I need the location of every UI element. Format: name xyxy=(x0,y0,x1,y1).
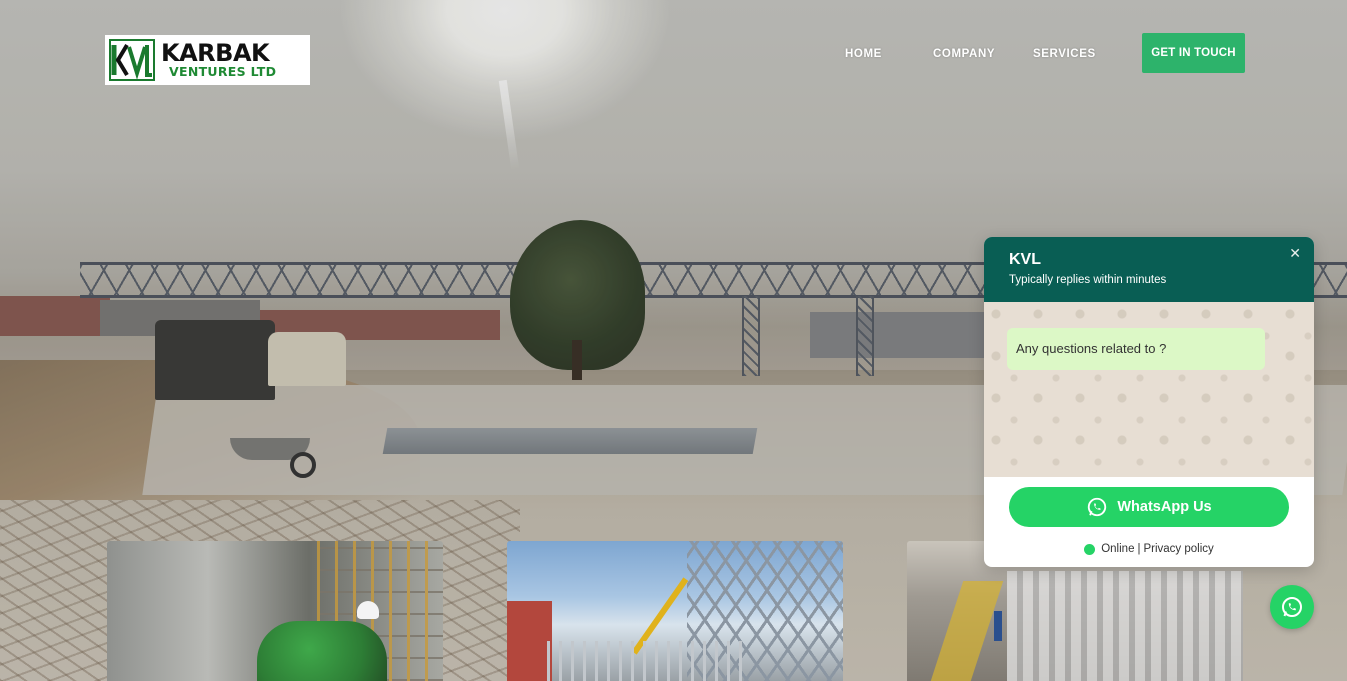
chat-header: KVL Typically replies within minutes ✕ xyxy=(984,237,1314,302)
hard-hat xyxy=(357,601,379,619)
project-card-2[interactable] xyxy=(507,541,843,681)
logo-name: KARBAK xyxy=(161,39,270,68)
chat-body: Any questions related to ? xyxy=(984,302,1314,477)
walkway-marking xyxy=(930,581,1004,681)
get-in-touch-button[interactable]: GET IN TOUCH xyxy=(1142,33,1245,73)
site-logo[interactable]: KARBAK VENTURES LTD xyxy=(105,35,310,85)
nav-services[interactable]: SERVICES xyxy=(1033,48,1096,60)
worker xyxy=(994,611,1002,641)
kvl-logo-mark-icon xyxy=(109,39,155,81)
nav-home[interactable]: HOME xyxy=(845,48,882,60)
ducting xyxy=(1007,571,1243,681)
nav-company[interactable]: COMPANY xyxy=(933,48,995,60)
chat-footer: Online | Privacy policy xyxy=(984,543,1314,555)
whatsapp-icon xyxy=(1280,595,1304,619)
whatsapp-float-button[interactable] xyxy=(1270,585,1314,629)
footer-separator: | xyxy=(1137,543,1141,555)
chat-subtitle: Typically replies within minutes xyxy=(1009,274,1167,286)
whatsapp-icon xyxy=(1086,496,1108,518)
whatsapp-us-label: WhatsApp Us xyxy=(1117,499,1212,515)
online-status: Online xyxy=(1101,543,1135,555)
chat-message: Any questions related to ? xyxy=(1007,328,1265,370)
whatsapp-chat-widget: KVL Typically replies within minutes ✕ A… xyxy=(984,237,1314,567)
red-structure xyxy=(507,601,552,681)
logo-subtitle: VENTURES LTD xyxy=(169,64,277,80)
whatsapp-us-button[interactable]: WhatsApp Us xyxy=(1009,487,1289,527)
online-status-icon xyxy=(1084,543,1096,555)
close-icon[interactable]: ✕ xyxy=(1289,246,1301,260)
chat-title: KVL xyxy=(1009,251,1041,268)
project-card-1[interactable] xyxy=(107,541,443,681)
privacy-policy-link[interactable]: Privacy policy xyxy=(1143,543,1213,555)
worker xyxy=(257,621,387,681)
scaffolding xyxy=(547,641,747,681)
